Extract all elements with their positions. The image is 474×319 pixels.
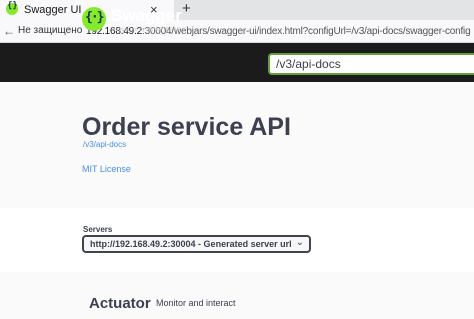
server-selected-value: http://192.168.49.2:30004 - Generated se… bbox=[90, 239, 292, 249]
security-indicator[interactable]: Не защищено bbox=[18, 22, 82, 40]
logo-glyph: {·} bbox=[85, 10, 105, 25]
logo-subtext: Supported by SMARTBEAR bbox=[112, 27, 181, 33]
back-arrow-icon[interactable]: ← bbox=[3, 24, 15, 38]
operations-section bbox=[0, 272, 474, 319]
tag-description: Monitor and interact bbox=[156, 298, 236, 308]
license-link[interactable]: MIT License bbox=[82, 164, 131, 174]
new-tab-icon[interactable]: + bbox=[182, 0, 191, 17]
swagger-logo-icon[interactable]: {·} bbox=[82, 7, 106, 31]
tag-title-actuator[interactable]: Actuator bbox=[89, 295, 151, 312]
tab-title: Swagger UI bbox=[24, 4, 82, 16]
page-title: Order service API bbox=[82, 113, 291, 141]
browser-nav-bar: ← Не защищено 192.168.49.2:30004/webjars… bbox=[0, 20, 474, 43]
servers-label: Servers bbox=[83, 225, 113, 234]
logo-text: Swagger bbox=[111, 6, 182, 25]
api-docs-link[interactable]: /v3/api-docs bbox=[83, 140, 126, 149]
info-section bbox=[0, 82, 474, 208]
swagger-favicon-icon bbox=[6, 1, 18, 15]
url-path: :30004/webjars/swagger-ui/index.html?con… bbox=[142, 26, 471, 37]
api-url-input[interactable] bbox=[268, 53, 474, 75]
security-label: Не защищено bbox=[18, 25, 83, 36]
chevron-down-icon: ⌄ bbox=[295, 237, 304, 248]
browser-tab-bar: Swagger UI × + bbox=[0, 0, 474, 20]
server-select[interactable]: http://192.168.49.2:30004 - Generated se… bbox=[82, 235, 311, 253]
